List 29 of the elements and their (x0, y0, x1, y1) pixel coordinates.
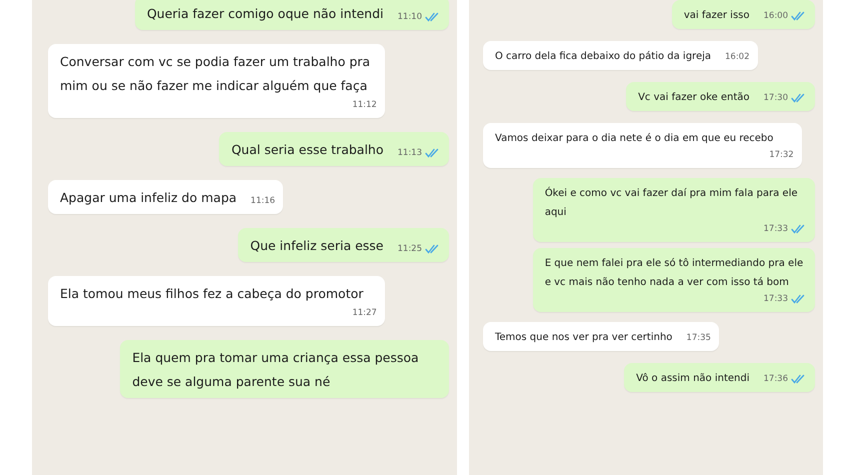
message-time: 16:00 (764, 10, 788, 23)
message-time: 11:27 (352, 307, 377, 320)
message-text: Ókei e como vc vai fazer daí pra mim fala para ele aqui (544, 186, 798, 220)
message-time: 11:16 (250, 195, 276, 208)
message-text: Vamos deixar para o dia nete é o dia em que eu recebo (495, 132, 774, 146)
message-text: Apagar uma infeliz do mapa (60, 189, 237, 207)
message-text: Qual seria esse trabalho (231, 141, 384, 159)
message-text: E que nem falei pra ele só tô intermediando pra ele e vc mais não tenho nada a ver com isso tá bom (544, 257, 804, 290)
message-text: Ela tomou meus filhos fez a cabeça do promotor (60, 285, 364, 303)
message-text: Ela quem pra tomar uma criança essa pessoa deve se alguma parente sua né (132, 349, 420, 391)
message-time: 11:10 (398, 11, 422, 24)
message-time: 17:30 (764, 92, 788, 105)
message-text: O carro dela fica debaixo do pátio da igreja (495, 50, 711, 64)
message-text: vai fazer isso (684, 9, 750, 23)
message-time: 17:32 (769, 149, 794, 162)
message-time: 11:12 (352, 99, 377, 112)
message-text: Vc vai fazer oke então (638, 91, 750, 105)
message-time: 16:02 (725, 51, 750, 64)
message-time: 11:13 (398, 147, 422, 160)
message-time: 17:36 (764, 373, 788, 386)
message-time: 17:33 (764, 223, 788, 236)
message-time: 11:25 (398, 243, 422, 256)
message-text: Conversar com vc se podia fazer um trabalho pra mim ou se não fazer me indicar alguém que faça (60, 53, 372, 95)
message-text: Vô o assim não intendi (636, 372, 750, 386)
message-text: Que infeliz seria esse (250, 237, 384, 255)
message-text: Temos que nos ver pra ver certinho (495, 331, 672, 345)
message-text: Queria fazer comigo oque não intendi (146, 5, 384, 23)
message-time: 17:35 (686, 332, 711, 345)
message-time: 17:33 (764, 293, 788, 306)
